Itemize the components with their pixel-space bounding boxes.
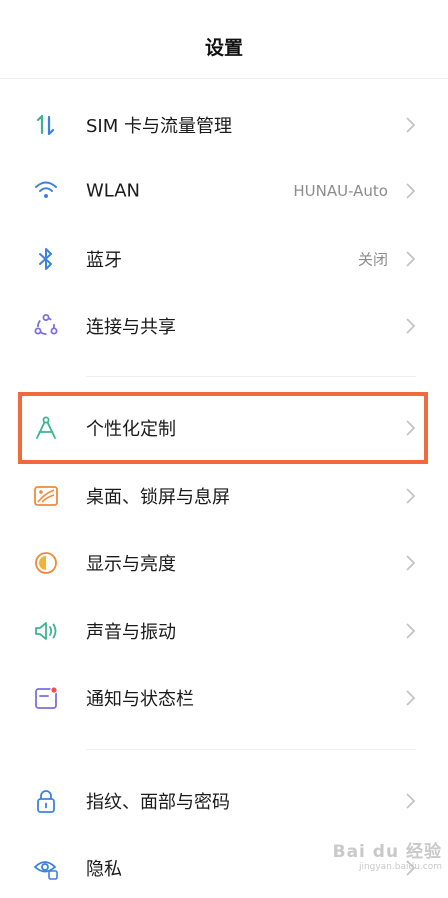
- notification-label: 通知与状态栏: [86, 689, 194, 710]
- notification-row[interactable]: 通知与状态栏: [0, 668, 448, 728]
- display-brightness-row[interactable]: 显示与亮度: [0, 533, 448, 593]
- chevron-right-icon: [406, 117, 416, 133]
- privacy-label: 隐私: [86, 859, 122, 880]
- sim-data-icon: [30, 109, 62, 141]
- watermark-url: jingyan.baidu.com: [358, 862, 442, 872]
- chevron-right-icon: [406, 690, 416, 706]
- lock-label: 指纹、面部与密码: [86, 792, 230, 813]
- wallpaper-row[interactable]: 桌面、锁屏与息屏: [0, 466, 448, 526]
- wifi-icon: [30, 175, 62, 207]
- wlan-label: WLAN: [86, 180, 141, 202]
- bluetooth-label: 蓝牙: [86, 250, 122, 271]
- chevron-right-icon: [406, 183, 416, 199]
- connection-share-icon: [30, 310, 62, 342]
- sound-row[interactable]: 声音与振动: [0, 601, 448, 661]
- connection-share-row[interactable]: 连接与共享: [0, 296, 448, 356]
- header: 设置: [0, 0, 448, 79]
- display-brightness-icon: [30, 547, 62, 579]
- connection-share-label: 连接与共享: [86, 317, 176, 338]
- lock-row[interactable]: 指纹、面部与密码: [0, 771, 448, 831]
- sim-data-row[interactable]: SIM 卡与流量管理: [0, 95, 448, 155]
- watermark: Bai du 经验 jingyan.baidu.com: [333, 837, 442, 872]
- bluetooth-row[interactable]: 蓝牙 关闭: [0, 229, 448, 289]
- chevron-right-icon: [406, 318, 416, 334]
- wlan-network-value: HUNAU-Auto: [293, 182, 388, 200]
- sound-label: 声音与振动: [86, 622, 176, 643]
- chevron-right-icon: [406, 623, 416, 639]
- watermark-brand: Bai du 经验: [332, 842, 442, 862]
- bluetooth-status-value: 关闭: [357, 250, 388, 269]
- lock-icon: [30, 785, 62, 817]
- bluetooth-icon: [30, 243, 62, 275]
- sim-data-label: SIM 卡与流量管理: [86, 116, 232, 137]
- section-divider: [86, 749, 416, 750]
- sound-icon: [30, 615, 62, 647]
- chevron-right-icon: [406, 488, 416, 504]
- section-divider: [86, 376, 416, 377]
- wlan-row[interactable]: WLAN HUNAU-Auto: [0, 161, 448, 221]
- chevron-right-icon: [406, 251, 416, 267]
- personalization-label: 个性化定制: [86, 419, 176, 440]
- display-brightness-label: 显示与亮度: [86, 554, 176, 575]
- personalization-row[interactable]: 个性化定制: [0, 398, 448, 458]
- personalization-icon: [30, 412, 62, 444]
- chevron-right-icon: [406, 793, 416, 809]
- wallpaper-label: 桌面、锁屏与息屏: [86, 487, 230, 508]
- page-title: 设置: [204, 37, 243, 59]
- notification-icon: [30, 682, 62, 714]
- privacy-icon: [30, 852, 62, 884]
- wallpaper-icon: [30, 480, 62, 512]
- chevron-right-icon: [406, 420, 416, 436]
- chevron-right-icon: [406, 555, 416, 571]
